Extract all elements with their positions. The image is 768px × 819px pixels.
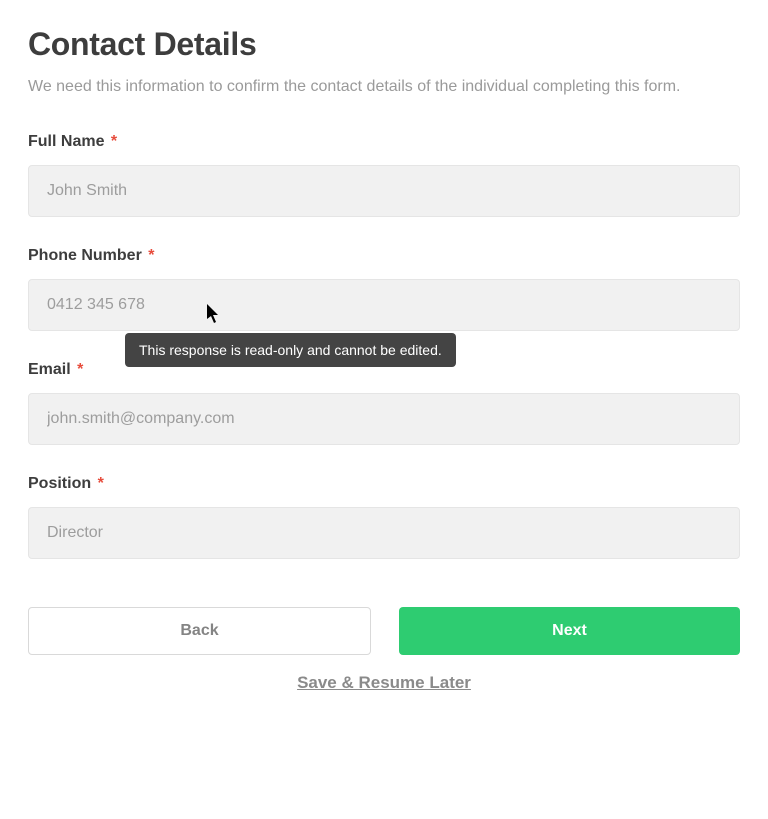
field-email: Email * xyxy=(28,361,740,445)
page-subtitle: We need this information to confirm the … xyxy=(28,75,718,99)
button-row: Back Next xyxy=(28,607,740,655)
back-button[interactable]: Back xyxy=(28,607,371,655)
required-asterisk: * xyxy=(148,247,154,264)
save-resume-link[interactable]: Save & Resume Later xyxy=(28,673,740,693)
required-asterisk: * xyxy=(98,475,104,492)
position-input[interactable] xyxy=(28,507,740,559)
email-input[interactable] xyxy=(28,393,740,445)
phone-input[interactable] xyxy=(28,279,740,331)
page-title: Contact Details xyxy=(28,26,740,63)
field-position: Position * xyxy=(28,475,740,559)
email-label-text: Email xyxy=(28,361,71,378)
required-asterisk: * xyxy=(111,133,117,150)
field-full-name: Full Name * xyxy=(28,133,740,217)
required-asterisk: * xyxy=(77,361,83,378)
full-name-input[interactable] xyxy=(28,165,740,217)
field-phone-number: Phone Number * This response is read-onl… xyxy=(28,247,740,331)
phone-label: Phone Number * xyxy=(28,247,740,265)
phone-label-text: Phone Number xyxy=(28,247,142,264)
position-label-text: Position xyxy=(28,475,91,492)
next-button[interactable]: Next xyxy=(399,607,740,655)
email-label: Email * xyxy=(28,361,740,379)
contact-details-form: Contact Details We need this information… xyxy=(0,0,768,713)
position-label: Position * xyxy=(28,475,740,493)
full-name-label-text: Full Name xyxy=(28,133,104,150)
full-name-label: Full Name * xyxy=(28,133,740,151)
